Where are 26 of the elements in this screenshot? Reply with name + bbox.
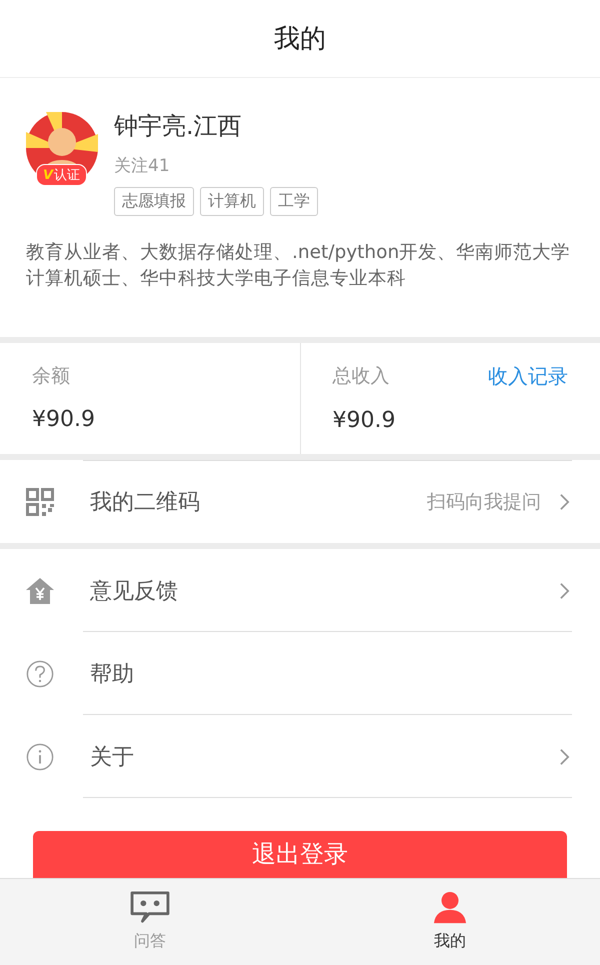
menu-item[interactable]: 意见反馈 <box>0 549 600 632</box>
chevron-icon <box>559 493 570 511</box>
balance-amount: ¥90.9 <box>332 408 396 433</box>
tag: 工学 <box>270 187 318 216</box>
tag: 志愿填报 <box>114 187 194 216</box>
qr-code-icon <box>26 488 54 516</box>
house-yen-icon <box>26 576 54 604</box>
balance-label: 总收入 <box>332 364 390 389</box>
user-name: 钟宇亮.江西 <box>114 111 243 142</box>
info-icon <box>26 742 54 770</box>
follow-count: 关注41 <box>114 155 171 177</box>
help-icon <box>26 660 54 688</box>
chevron-icon <box>559 748 570 766</box>
menu-item[interactable]: 帮助 <box>0 632 600 715</box>
menu-item[interactable]: 关于 <box>0 715 600 798</box>
tag: 计算机 <box>200 187 264 216</box>
verified-badge: V认证 <box>36 164 88 186</box>
row-note: 扫码向我提问 <box>427 490 541 515</box>
tab[interactable]: 我的 <box>300 879 600 965</box>
chat-icon <box>130 891 170 925</box>
qr-code-row[interactable]: 我的二维码 扫码向我提问 <box>0 461 600 543</box>
chevron-icon <box>559 582 570 600</box>
bio-text: 教育从业者、大数据存储处理、.net/python开发、华南师范大学计算机硕士、华中科技大学电子信息专业本科 <box>26 241 572 291</box>
page-title: 我的 <box>274 23 326 56</box>
balance-label: 余额 <box>32 364 70 389</box>
balance-amount: ¥90.9 <box>32 407 95 432</box>
